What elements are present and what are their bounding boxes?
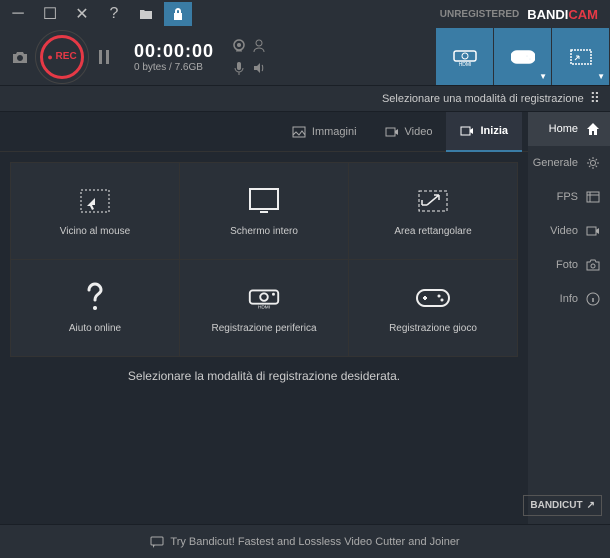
mode-vicino-mouse[interactable]: Vicino al mouse bbox=[11, 163, 179, 259]
webcam-icon[interactable] bbox=[230, 37, 248, 55]
device-icon: HDMI bbox=[246, 283, 282, 313]
tab-immagini[interactable]: Immagini bbox=[278, 112, 371, 152]
fps-icon bbox=[586, 191, 600, 203]
sidebar-item-fps[interactable]: FPS bbox=[528, 180, 610, 214]
home-icon bbox=[586, 122, 600, 136]
mode-tab-hdmi[interactable]: HDMI bbox=[436, 28, 494, 85]
lock-button[interactable] bbox=[164, 2, 192, 26]
subheader: Selezionare una modalità di registrazion… bbox=[0, 86, 610, 112]
unregistered-label: UNREGISTERED bbox=[440, 9, 519, 20]
help-icon bbox=[77, 283, 113, 313]
pause-button[interactable] bbox=[90, 35, 118, 79]
sidebar-item-info[interactable]: Info bbox=[528, 282, 610, 316]
menu-icon[interactable]: ⠿ bbox=[590, 90, 600, 107]
chat-icon bbox=[150, 536, 164, 548]
sidebar-item-video[interactable]: Video bbox=[528, 214, 610, 248]
external-icon: ↗ bbox=[587, 500, 595, 511]
photo-icon bbox=[586, 259, 600, 271]
info-icon bbox=[586, 292, 600, 306]
mouse-area-icon bbox=[77, 186, 113, 216]
video-icon bbox=[586, 225, 600, 237]
subheader-text: Selezionare una modalità di registrazion… bbox=[382, 93, 584, 105]
bytes-display: 0 bytes / 7.6GB bbox=[134, 62, 203, 73]
mode-registrazione-gioco[interactable]: Registrazione gioco bbox=[349, 260, 517, 356]
folder-button[interactable] bbox=[132, 2, 160, 26]
footer-text: Try Bandicut! Fastest and Lossless Video… bbox=[170, 536, 459, 548]
footer: Try Bandicut! Fastest and Lossless Video… bbox=[0, 524, 610, 558]
close-button[interactable]: ✕ bbox=[68, 2, 96, 26]
svg-text:HDMI: HDMI bbox=[458, 62, 471, 67]
speaker-icon[interactable] bbox=[250, 59, 268, 77]
record-button[interactable]: ● REC bbox=[40, 35, 84, 79]
dropdown-icon: ▼ bbox=[539, 72, 547, 81]
mode-aiuto-online[interactable]: Aiuto online bbox=[11, 260, 179, 356]
dropdown-icon: ▼ bbox=[597, 72, 605, 81]
game-icon bbox=[415, 283, 451, 313]
tab-inizia[interactable]: Inizia bbox=[446, 112, 522, 152]
gear-icon bbox=[586, 156, 600, 170]
mode-area-rettangolare[interactable]: Area rettangolare bbox=[349, 163, 517, 259]
mode-schermo-intero[interactable]: Schermo intero bbox=[180, 163, 348, 259]
fullscreen-icon bbox=[246, 186, 282, 216]
camera-icon[interactable] bbox=[6, 43, 34, 71]
mic-icon[interactable] bbox=[230, 59, 248, 77]
rect-area-icon bbox=[415, 186, 451, 216]
help-button[interactable]: ? bbox=[100, 2, 128, 26]
sidebar-item-home[interactable]: Home bbox=[528, 112, 610, 146]
control-bar: ● REC 00:00:00 0 bytes / 7.6GB bbox=[0, 28, 610, 86]
sidebar: Home Generale FPS Video Foto bbox=[528, 112, 610, 524]
sidebar-item-foto[interactable]: Foto bbox=[528, 248, 610, 282]
bandicut-button[interactable]: BANDICUT ↗ bbox=[523, 495, 602, 516]
maximize-button[interactable]: ☐ bbox=[36, 2, 64, 26]
brand-logo: BANDICAM bbox=[527, 7, 598, 22]
mode-registrazione-periferica[interactable]: HDMI Registrazione periferica bbox=[180, 260, 348, 356]
mode-grid: Vicino al mouse Schermo intero Area rett… bbox=[10, 162, 518, 357]
tab-video[interactable]: Video bbox=[371, 112, 447, 152]
person-icon[interactable] bbox=[250, 37, 268, 55]
sidebar-item-generale[interactable]: Generale bbox=[528, 146, 610, 180]
titlebar: ─ ☐ ✕ ? UNREGISTERED BANDICAM bbox=[0, 0, 610, 28]
mode-tab-game[interactable]: ▼ bbox=[494, 28, 552, 85]
content-area: Immagini Video Inizia Vicino al mouse bbox=[0, 112, 528, 524]
instruction-text: Selezionare la modalità di registrazione… bbox=[10, 369, 518, 383]
minimize-button[interactable]: ─ bbox=[4, 2, 32, 26]
mode-tab-screen[interactable]: ▼ bbox=[552, 28, 610, 85]
svg-text:HDMI: HDMI bbox=[258, 304, 270, 310]
timer-display: 00:00:00 bbox=[134, 41, 214, 62]
